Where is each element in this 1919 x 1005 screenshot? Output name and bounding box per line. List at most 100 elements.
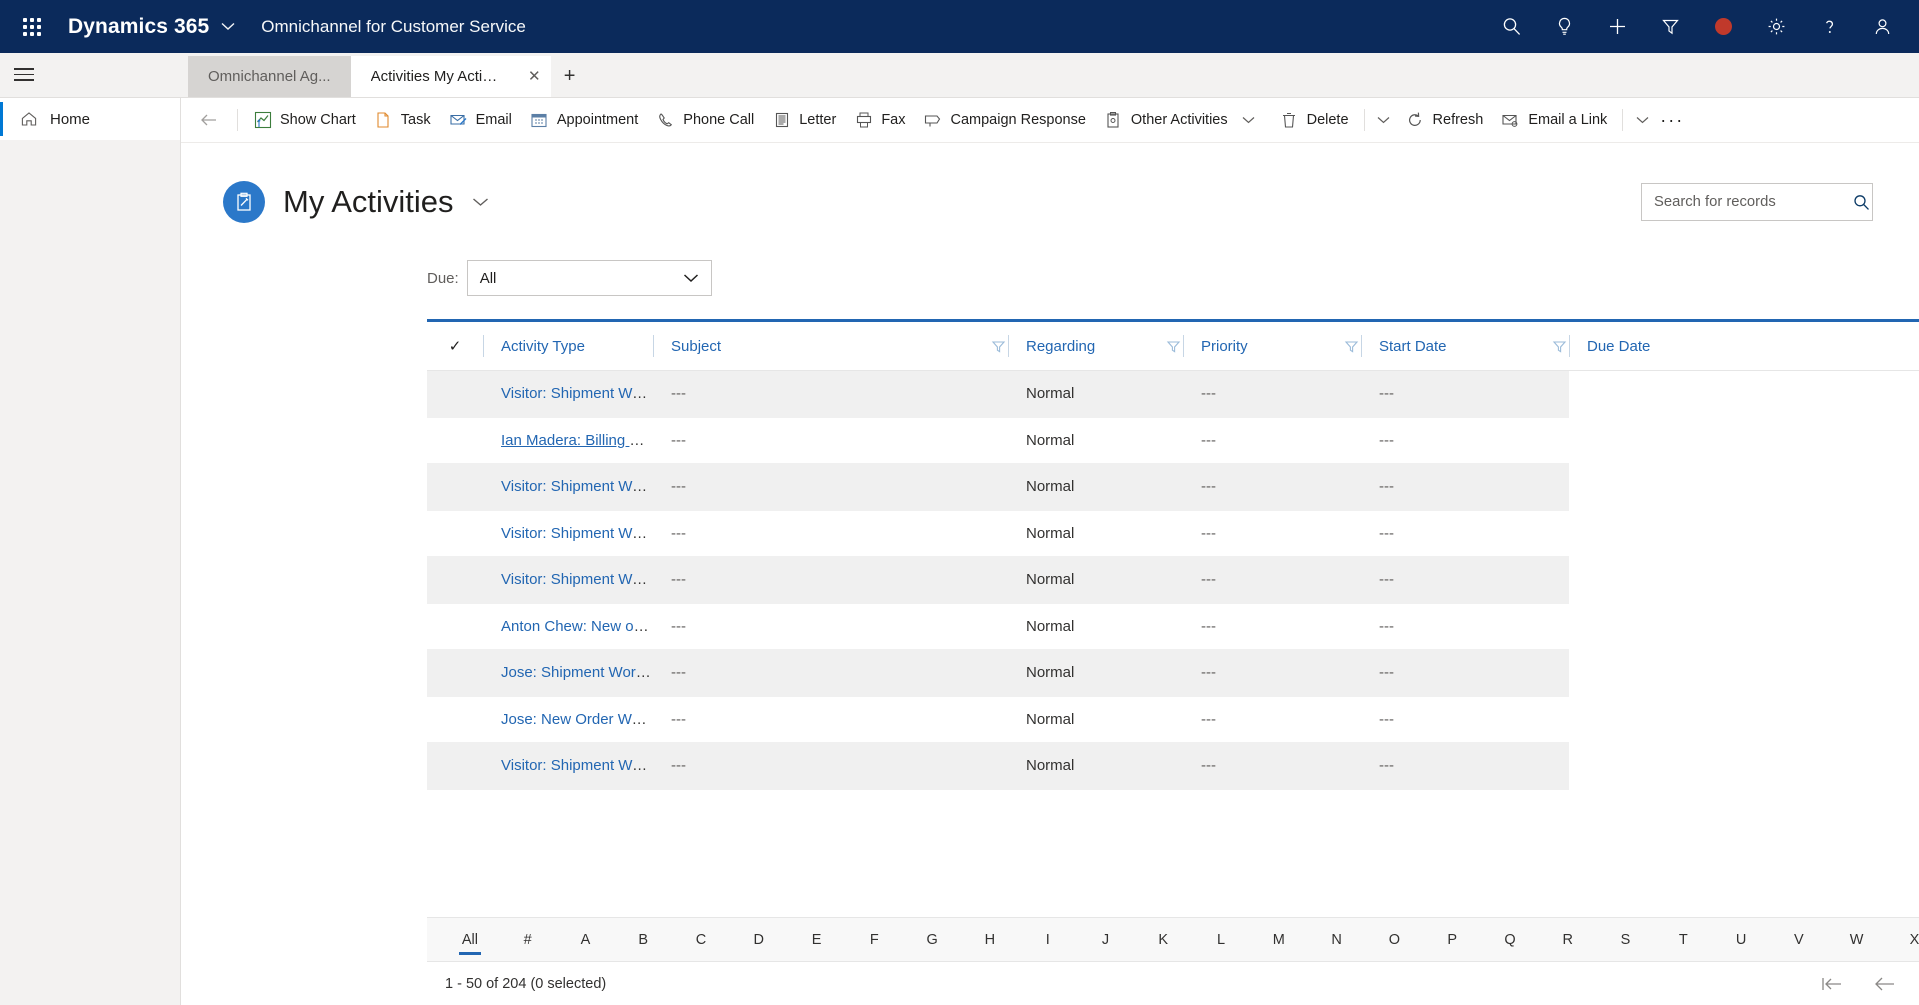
column-subject[interactable]: Subject (653, 322, 1008, 371)
cell-subject[interactable]: Visitor: Shipment Workstream (501, 757, 653, 774)
cell-subject-cell[interactable]: Visitor: Shipment Workstream (483, 510, 653, 557)
prev-page-icon[interactable] (1859, 964, 1911, 1004)
alpha-index-m[interactable]: M (1250, 925, 1308, 955)
fax-button[interactable]: Fax (845, 102, 914, 138)
other-activities-button[interactable]: Other Activities (1095, 102, 1271, 138)
table-row[interactable]: Session Visitor: Shipment Workstream --- No… (427, 556, 1919, 604)
table-row[interactable]: Conversation Visitor: Shipment Workstream… (427, 510, 1919, 557)
close-icon[interactable]: ✕ (528, 69, 541, 84)
command-bar-chevron-down-icon[interactable] (1629, 102, 1655, 138)
table-row[interactable]: Conversation Anton Chew: New order Workst… (427, 603, 1919, 650)
table-row[interactable]: Session Jose: Shipment Workstream --- Norma… (427, 649, 1919, 697)
cell-subject-cell[interactable]: Jose: New Order Workstream (483, 696, 653, 743)
alpha-index-u[interactable]: U (1712, 925, 1770, 955)
search-icon[interactable] (1485, 0, 1538, 53)
alpha-index-x[interactable]: X (1886, 925, 1919, 955)
cell-subject[interactable]: Visitor: Shipment Workstream (501, 525, 653, 542)
delete-overflow-chevron-down-icon[interactable] (1371, 102, 1397, 138)
app-launcher-icon[interactable] (8, 3, 56, 51)
alpha-index-g[interactable]: G (903, 925, 961, 955)
cell-subject-cell[interactable]: Anton Chew: New order Workstream (483, 603, 653, 650)
alpha-index-d[interactable]: D (730, 925, 788, 955)
table-row[interactable]: Session Jose: New Order Workstream --- Norm… (427, 696, 1919, 743)
cell-subject[interactable]: Visitor: Shipment Workstream (501, 478, 653, 495)
cell-subject-cell[interactable]: Visitor: Shipment Workstream (483, 556, 653, 604)
table-row[interactable]: Session Visitor: Shipment Workstream --- No… (427, 370, 1919, 418)
plus-icon[interactable] (1591, 0, 1644, 53)
column-start-date[interactable]: Start Date (1361, 322, 1569, 371)
alpha-index-p[interactable]: P (1423, 925, 1481, 955)
cell-subject-cell[interactable]: Jose: Shipment Workstream (483, 649, 653, 697)
cell-subject-cell[interactable]: Ian Madera: Billing Workstream (483, 417, 653, 464)
column-activity-type[interactable]: Activity Type (483, 322, 653, 371)
filter-icon[interactable] (991, 339, 1006, 354)
cell-subject[interactable]: Visitor: Shipment Workstream (501, 385, 653, 402)
cell-subject[interactable]: Jose: Shipment Workstream (501, 664, 653, 681)
view-selector-chevron-down-icon[interactable] (472, 197, 489, 207)
more-commands-button[interactable]: ··· (1655, 102, 1689, 138)
alpha-index-hash[interactable]: # (499, 925, 557, 955)
email-a-link-button[interactable]: Email a Link (1492, 102, 1616, 138)
alpha-index-o[interactable]: O (1366, 925, 1424, 955)
filter-icon[interactable] (1344, 339, 1359, 354)
alpha-index-h[interactable]: H (961, 925, 1019, 955)
alpha-index-c[interactable]: C (672, 925, 730, 955)
alpha-index-r[interactable]: R (1539, 925, 1597, 955)
alpha-index-w[interactable]: W (1828, 925, 1886, 955)
filter-icon[interactable] (1166, 339, 1181, 354)
search-records-box[interactable] (1641, 183, 1873, 221)
table-row[interactable]: Conversation Visitor: Shipment Workstream… (427, 742, 1919, 790)
appointment-button[interactable]: Appointment (521, 102, 647, 138)
column-due-date[interactable]: Due Date (1569, 322, 1919, 371)
alpha-index-l[interactable]: L (1192, 925, 1250, 955)
cell-subject-cell[interactable]: Visitor: Shipment Workstream (483, 463, 653, 511)
gear-icon[interactable] (1750, 0, 1803, 53)
letter-button[interactable]: Letter (763, 102, 845, 138)
alpha-index-n[interactable]: N (1308, 925, 1366, 955)
sidebar-item-home[interactable]: Home (0, 98, 180, 140)
alpha-index-i[interactable]: I (1019, 925, 1077, 955)
presence-dot-icon[interactable] (1697, 0, 1750, 53)
email-button[interactable]: Email (440, 102, 521, 138)
arrow-left-icon[interactable] (187, 98, 231, 142)
chevron-down-icon[interactable] (683, 273, 699, 283)
new-tab-button[interactable]: + (551, 56, 589, 97)
alpha-index-b[interactable]: B (614, 925, 672, 955)
search-icon[interactable] (1852, 193, 1871, 212)
chevron-down-icon[interactable] (221, 22, 235, 31)
cell-subject[interactable]: Anton Chew: New order Workstream (501, 618, 653, 635)
alpha-index-a[interactable]: A (557, 925, 615, 955)
alpha-index-f[interactable]: F (845, 925, 903, 955)
cell-subject-cell[interactable]: Visitor: Shipment Workstream (483, 370, 653, 418)
table-row[interactable]: Session Ian Madera: Billing Workstream ---… (427, 417, 1919, 464)
column-regarding[interactable]: Regarding (1008, 322, 1183, 371)
alpha-index-q[interactable]: Q (1481, 925, 1539, 955)
tab-omnichannel-agent[interactable]: Omnichannel Ag... (188, 56, 351, 97)
column-priority[interactable]: Priority (1183, 322, 1361, 371)
person-icon[interactable] (1856, 0, 1909, 53)
check-icon[interactable]: ✓ (449, 337, 462, 355)
chevron-down-icon[interactable] (1236, 102, 1262, 138)
filter-icon[interactable] (1644, 0, 1697, 53)
table-row[interactable]: Session Visitor: Shipment Workstream --- No… (427, 463, 1919, 511)
refresh-button[interactable]: Refresh (1397, 102, 1493, 138)
alpha-index-k[interactable]: K (1134, 925, 1192, 955)
column-select-all[interactable]: ✓ (427, 322, 483, 371)
cell-subject[interactable]: Jose: New Order Workstream (501, 711, 653, 728)
first-page-icon[interactable] (1805, 964, 1857, 1004)
tab-activities-my-activities[interactable]: Activities My Activities ✕ (350, 56, 551, 97)
task-button[interactable]: Task (365, 102, 440, 138)
cell-subject[interactable]: Ian Madera: Billing Workstream (501, 432, 653, 449)
alpha-index-t[interactable]: T (1654, 925, 1712, 955)
show-chart-button[interactable]: Show Chart (244, 102, 365, 138)
alpha-index-j[interactable]: J (1077, 925, 1135, 955)
lightbulb-icon[interactable] (1538, 0, 1591, 53)
alpha-index-all[interactable]: All (441, 925, 499, 955)
delete-button[interactable]: Delete (1271, 102, 1358, 138)
due-filter-select[interactable]: All (466, 260, 712, 296)
alpha-index-v[interactable]: V (1770, 925, 1828, 955)
site-map-toggle-icon[interactable] (0, 52, 48, 97)
alpha-index-e[interactable]: E (788, 925, 846, 955)
search-input[interactable] (1654, 194, 1852, 210)
phone-call-button[interactable]: Phone Call (647, 102, 763, 138)
